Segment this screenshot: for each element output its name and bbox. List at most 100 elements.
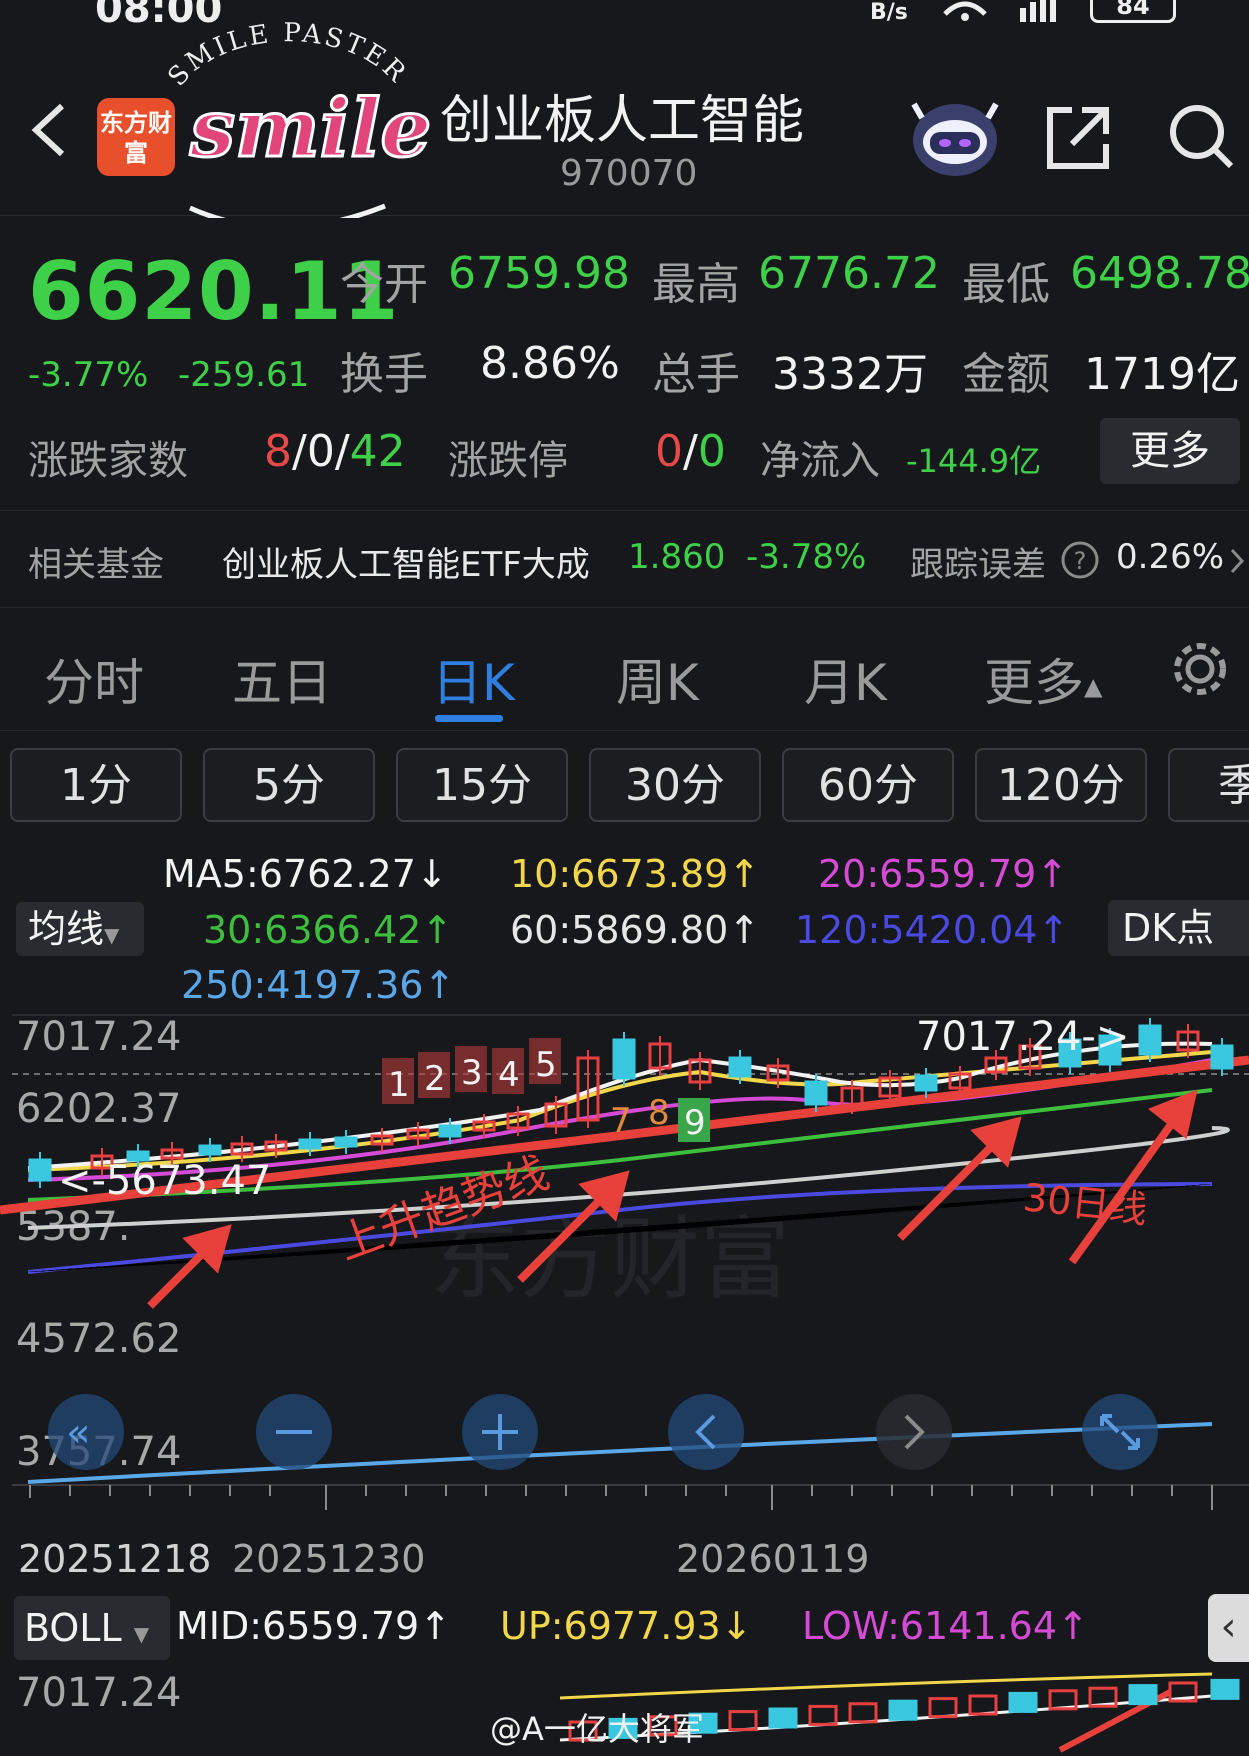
triangle-up-icon: ▲ bbox=[1084, 672, 1103, 701]
collapse-panel-button[interactable]: ‹ bbox=[1208, 1594, 1249, 1662]
limit-sep: / bbox=[683, 426, 698, 477]
boll-candle-body bbox=[1128, 1684, 1158, 1706]
high-label: 最高 bbox=[652, 259, 740, 310]
boll-up: UP:6977.93↓ bbox=[500, 1604, 753, 1648]
date-label-1: 20251218 bbox=[18, 1537, 211, 1581]
volume-value: 3332万 bbox=[772, 349, 928, 400]
gear-icon[interactable] bbox=[1168, 637, 1232, 701]
indicator-dropdown-label: BOLL bbox=[24, 1606, 122, 1650]
scroll-left-button[interactable] bbox=[668, 1394, 744, 1470]
tab-monthly-k[interactable]: 月K bbox=[804, 643, 887, 715]
ma30-value: 30:6366.42↑ bbox=[203, 908, 454, 952]
breadth-label: 涨跌家数 bbox=[28, 438, 188, 484]
boll-y-label: 7017.24 bbox=[16, 1670, 181, 1716]
boll-low: LOW:6141.64↑ bbox=[802, 1604, 1089, 1648]
chevron-right-icon[interactable] bbox=[1228, 546, 1246, 576]
low-label: 最低 bbox=[962, 259, 1050, 310]
fund-name[interactable]: 创业板人工智能ETF大成 bbox=[222, 537, 590, 586]
inflow-value: -144.9亿 bbox=[906, 442, 1042, 480]
candle-body bbox=[612, 1038, 636, 1080]
tab-intraday[interactable]: 分时 bbox=[44, 643, 144, 715]
low-marker: <-5673.47 bbox=[58, 1158, 271, 1204]
dk-point-button[interactable]: DK点 bbox=[1108, 900, 1249, 956]
fund-change: -3.78% bbox=[746, 537, 867, 577]
tab-more[interactable]: 更多▲ bbox=[984, 643, 1102, 715]
candle-body bbox=[438, 1124, 462, 1138]
interval-30min[interactable]: 30分 bbox=[589, 748, 761, 822]
boll-candle-body bbox=[1008, 1691, 1038, 1713]
more-stats-button[interactable]: 更多 bbox=[1100, 418, 1240, 484]
robot-assistant-icon[interactable] bbox=[910, 98, 1000, 178]
indicator-dropdown[interactable]: BOLL ▼ bbox=[14, 1596, 170, 1660]
td-up-1: 1 bbox=[388, 1065, 410, 1105]
td-up-4: 4 bbox=[498, 1055, 520, 1095]
candle-body bbox=[728, 1056, 752, 1078]
interval-15min[interactable]: 15分 bbox=[396, 748, 568, 822]
turnover-label: 换手 bbox=[340, 349, 428, 400]
tab-five-day[interactable]: 五日 bbox=[232, 643, 332, 715]
date-label-2: 20251230 bbox=[232, 1537, 425, 1581]
dk-label: DK点 bbox=[1122, 906, 1215, 950]
ma250-value: 250:4197.36↑ bbox=[181, 963, 456, 1007]
breadth-sep-1: / bbox=[292, 426, 307, 477]
interval-120min[interactable]: 120分 bbox=[975, 748, 1147, 822]
fund-price: 1.860 bbox=[628, 537, 726, 577]
candle-body bbox=[914, 1074, 938, 1092]
boll-candle-body bbox=[768, 1707, 798, 1729]
limit-counts: 0/0 bbox=[655, 426, 726, 477]
turnover-value: 8.86% bbox=[480, 338, 620, 389]
scroll-right-button[interactable] bbox=[876, 1394, 952, 1470]
breadth-flat: 0 bbox=[306, 426, 335, 477]
td-up-5: 5 bbox=[535, 1045, 557, 1085]
low-value: 6498.78 bbox=[1070, 248, 1249, 299]
open-value: 6759.98 bbox=[448, 248, 630, 299]
limit-label: 涨跌停 bbox=[448, 438, 568, 484]
ma120-value: 120:5420.04↑ bbox=[795, 908, 1070, 952]
candle-body bbox=[1210, 1044, 1234, 1070]
double-left-icon: « bbox=[66, 1410, 90, 1456]
tracking-error-label: 跟踪误差 bbox=[910, 545, 1046, 585]
breadth-sep-2: / bbox=[334, 426, 350, 477]
amount-value: 1719亿 bbox=[1084, 349, 1240, 400]
share-icon[interactable] bbox=[1042, 102, 1114, 174]
boll-candle-body bbox=[888, 1699, 918, 1721]
ma-dropdown-label: 均线 bbox=[28, 907, 105, 951]
interval-60min[interactable]: 60分 bbox=[782, 748, 954, 822]
fund-label: 相关基金 bbox=[28, 545, 164, 585]
help-icon[interactable]: ? bbox=[1060, 540, 1100, 580]
high-value: 6776.72 bbox=[758, 248, 940, 299]
candle-body bbox=[1138, 1024, 1162, 1056]
ma10-value: 10:6673.89↑ bbox=[510, 852, 761, 896]
interval-5min[interactable]: 5分 bbox=[203, 748, 375, 822]
limit-down: 0 bbox=[697, 426, 726, 477]
high-marker: 7017.24-> bbox=[916, 1014, 1129, 1060]
search-icon[interactable] bbox=[1165, 100, 1237, 172]
date-label-3: 20260119 bbox=[676, 1537, 869, 1581]
dropdown-arrow-icon: ▼ bbox=[133, 1622, 150, 1646]
signal-icons bbox=[940, 0, 1070, 30]
page-title: 创业板人工智能 bbox=[440, 91, 805, 151]
change-percent: -3.77% bbox=[28, 355, 149, 395]
y-label-2: 6202.37 bbox=[16, 1086, 181, 1132]
ma-type-dropdown[interactable]: 均线▼ bbox=[16, 902, 144, 956]
smile-sticker: SMILE PASTER smile bbox=[162, 18, 430, 218]
tab-daily-k[interactable]: 日K bbox=[432, 643, 515, 715]
battery-icon: 84 bbox=[1090, 0, 1176, 23]
td-down-7: 7 bbox=[610, 1101, 632, 1141]
active-tab-indicator bbox=[435, 715, 503, 722]
limit-up: 0 bbox=[655, 426, 683, 477]
period-tabs: 分时 五日 日K 周K 月K 更多▲ bbox=[0, 615, 1249, 731]
volume-label: 总手 bbox=[652, 349, 740, 400]
td-up-2: 2 bbox=[424, 1059, 446, 1099]
fullscreen-button[interactable] bbox=[1082, 1394, 1158, 1470]
candlestick-chart[interactable]: 东方财富 7017.24 6202.37 5387. 4572.62 3757.… bbox=[0, 1010, 1249, 1600]
tab-weekly-k[interactable]: 周K bbox=[616, 643, 699, 715]
ma60-value: 60:5869.80↑ bbox=[510, 908, 761, 952]
boll-candle-body bbox=[1210, 1678, 1240, 1700]
interval-quarter[interactable]: 季 bbox=[1168, 748, 1249, 822]
back-icon[interactable] bbox=[28, 100, 68, 160]
index-code: 970070 bbox=[560, 153, 698, 194]
breadth-down: 42 bbox=[349, 426, 406, 477]
interval-1min[interactable]: 1分 bbox=[10, 748, 182, 822]
amount-label: 金额 bbox=[962, 349, 1050, 400]
